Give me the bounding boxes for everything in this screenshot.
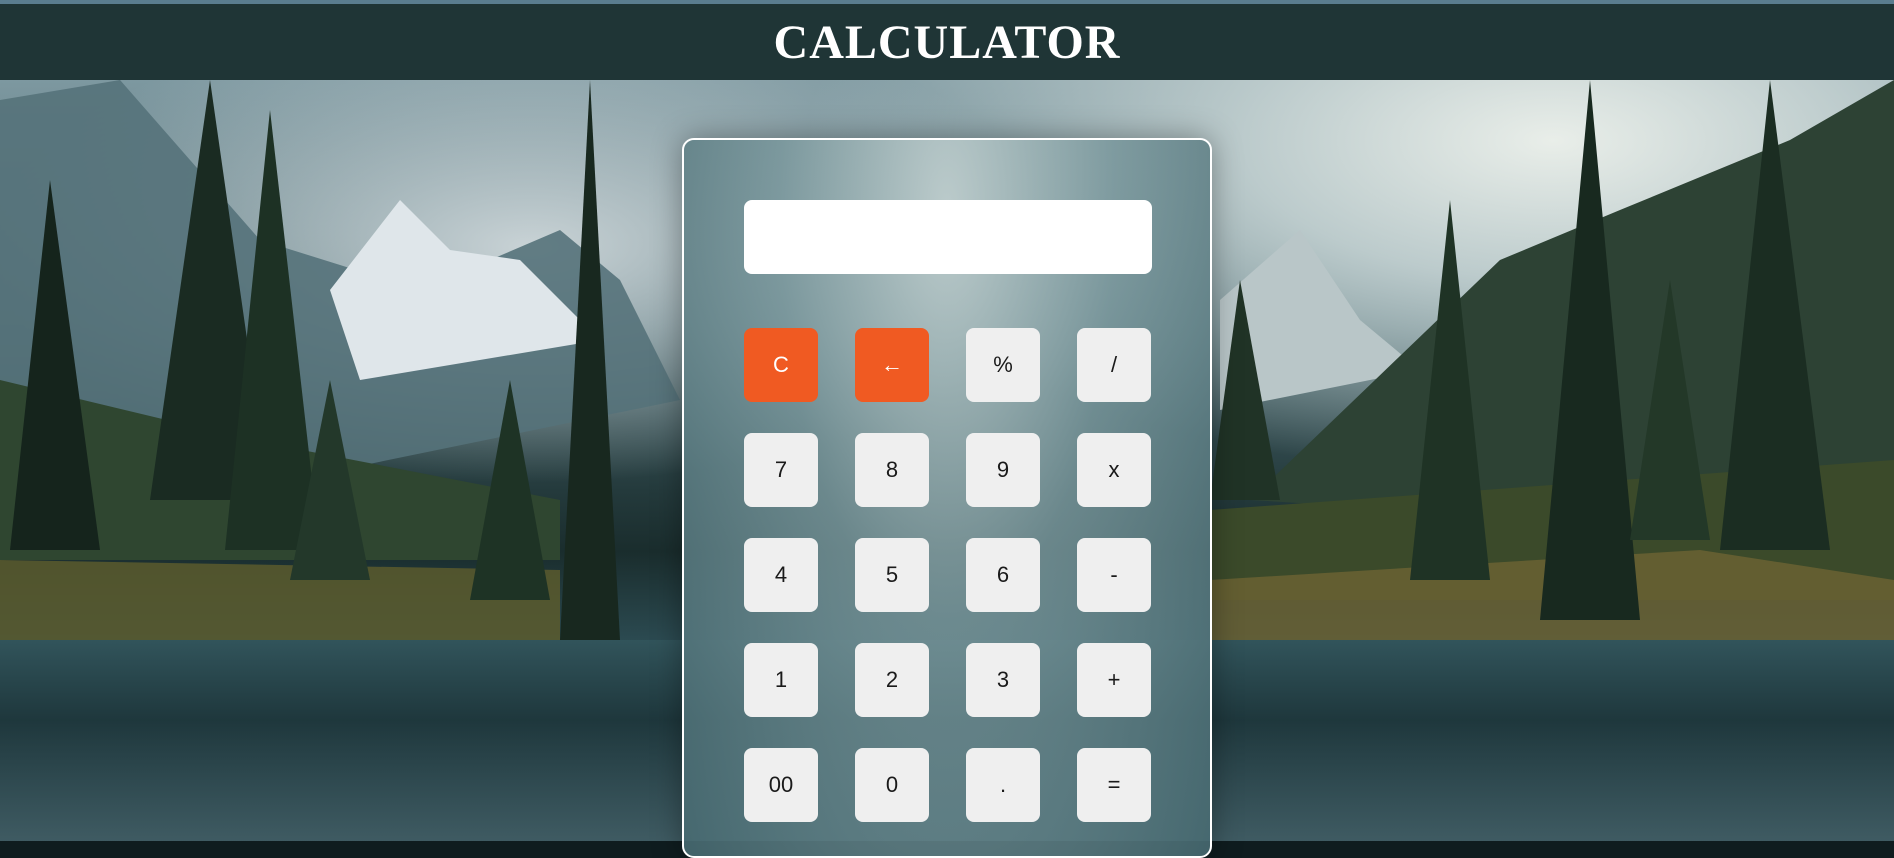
pine-trees-left-image [10, 80, 620, 640]
pine-trees-right-image [1210, 80, 1830, 620]
divide-button[interactable]: / [1077, 328, 1151, 402]
digit-4-button[interactable]: 4 [744, 538, 818, 612]
digit-9-button[interactable]: 9 [966, 433, 1040, 507]
add-button[interactable]: + [1077, 643, 1151, 717]
multiply-button[interactable]: x [1077, 433, 1151, 507]
double-zero-button[interactable]: 00 [744, 748, 818, 822]
digit-0-button[interactable]: 0 [855, 748, 929, 822]
percent-button[interactable]: % [966, 328, 1040, 402]
page-header: CALCULATOR [0, 4, 1894, 80]
digit-1-button[interactable]: 1 [744, 643, 818, 717]
digit-6-button[interactable]: 6 [966, 538, 1040, 612]
decimal-button[interactable]: . [966, 748, 1040, 822]
backspace-button[interactable]: ← [855, 328, 929, 402]
clear-button[interactable]: C [744, 328, 818, 402]
calculator-display[interactable] [744, 200, 1152, 274]
calculator-panel: C ← % / 7 8 9 x 4 5 6 - 1 2 3 + 00 0 . = [682, 138, 1212, 858]
digit-7-button[interactable]: 7 [744, 433, 818, 507]
page-title: CALCULATOR [773, 15, 1121, 69]
digit-2-button[interactable]: 2 [855, 643, 929, 717]
digit-3-button[interactable]: 3 [966, 643, 1040, 717]
digit-5-button[interactable]: 5 [855, 538, 929, 612]
equals-button[interactable]: = [1077, 748, 1151, 822]
digit-8-button[interactable]: 8 [855, 433, 929, 507]
subtract-button[interactable]: - [1077, 538, 1151, 612]
